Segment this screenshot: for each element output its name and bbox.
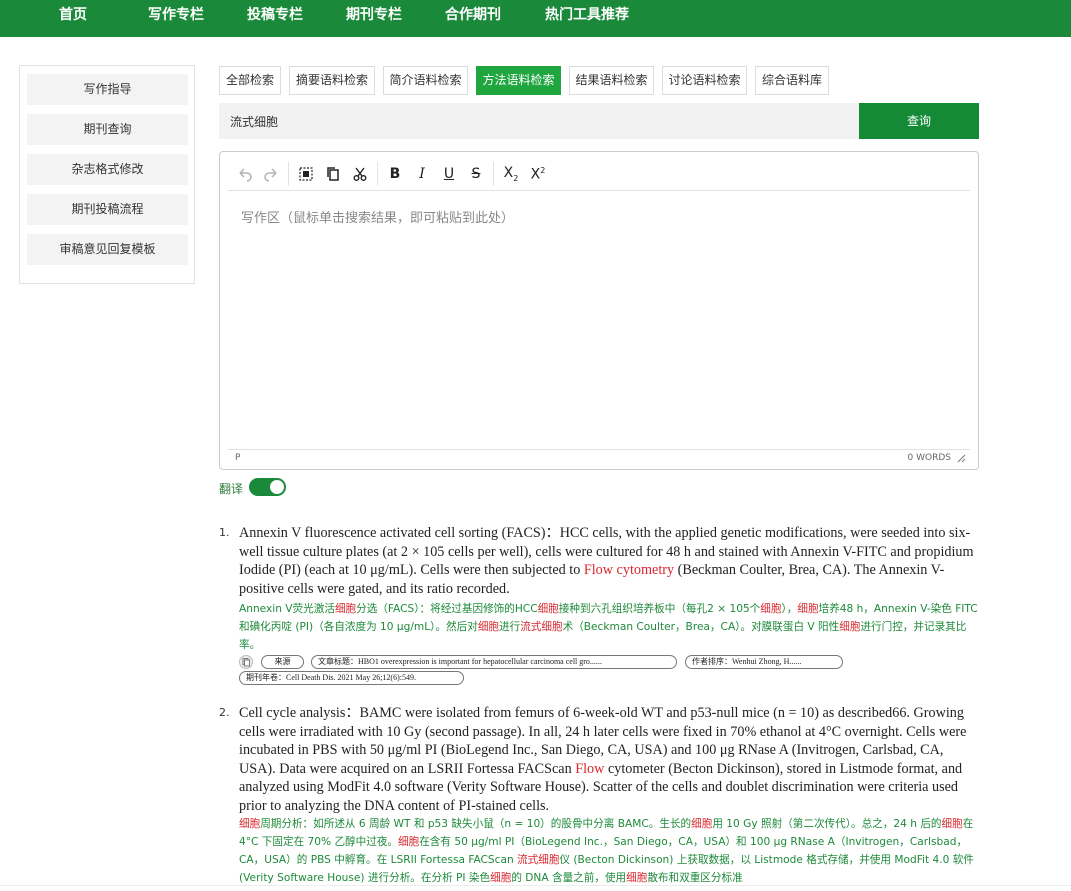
keyword-highlight: Flow cytometry — [583, 562, 675, 578]
keyword-highlight: Flow — [575, 760, 605, 777]
result-translation[interactable]: 细胞周期分析：如所述从 6 周龄 WT 和 p53 缺失小鼠（n = 10）的股… — [239, 815, 979, 887]
tab-all[interactable]: 全部检索 — [219, 66, 281, 95]
article-title-pill[interactable]: 文章标题：HBO1 overexpression is important fo… — [311, 655, 677, 669]
nav-item-writing[interactable]: 写作专栏 — [148, 0, 204, 30]
tab-results[interactable]: 结果语料检索 — [569, 66, 654, 95]
underline-icon[interactable]: U — [437, 162, 461, 186]
strikethrough-icon[interactable]: S — [464, 162, 488, 186]
cut-icon[interactable] — [348, 162, 372, 186]
redo-icon[interactable] — [259, 162, 283, 186]
result-english-text[interactable]: Annexin V fluorescence activated cell so… — [239, 524, 974, 598]
search-input[interactable] — [219, 103, 859, 139]
sidebar-item-submission-process[interactable]: 期刊投稿流程 — [27, 194, 188, 225]
sidebar-item-review-reply-template[interactable]: 审稿意见回复模板 — [27, 234, 188, 265]
result-number: 2. — [219, 706, 230, 719]
source-pill[interactable]: 来源 — [261, 655, 304, 669]
nav-item-home[interactable]: 首页 — [59, 0, 87, 30]
page-bottom-divider — [0, 885, 1071, 886]
top-navigation: 首页 写作专栏 投稿专栏 期刊专栏 合作期刊 热门工具推荐 — [0, 0, 1071, 37]
resize-handle-icon[interactable] — [957, 454, 966, 463]
toggle-knob — [270, 480, 284, 494]
sidebar-item-format-edit[interactable]: 杂志格式修改 — [27, 154, 188, 185]
journal-pill[interactable]: 期刊年卷：Cell Death Dis. 2021 May 26;12(6):5… — [239, 671, 464, 685]
translate-toggle[interactable] — [249, 478, 286, 496]
result-meta: 来源 文章标题：HBO1 overexpression is important… — [239, 655, 979, 669]
sidebar-item-journal-search[interactable]: 期刊查询 — [27, 114, 188, 145]
writing-editor: B I U S X2 X2 写作区（鼠标单击搜索结果，即可粘贴到此处） P 0 … — [219, 151, 979, 470]
undo-icon[interactable] — [233, 162, 257, 186]
editor-toolbar: B I U S X2 X2 — [228, 160, 970, 191]
italic-icon[interactable]: I — [410, 162, 434, 186]
bold-icon[interactable]: B — [383, 162, 407, 186]
tab-corpus[interactable]: 综合语料库 — [755, 66, 829, 95]
select-all-icon[interactable] — [294, 162, 318, 186]
sidebar: 写作指导 期刊查询 杂志格式修改 期刊投稿流程 审稿意见回复模板 — [19, 65, 195, 284]
superscript-icon[interactable]: X2 — [526, 162, 550, 186]
result-translation[interactable]: Annexin V荧光激活细胞分选（FACS）：将经过基因修饰的HCC细胞接种到… — [239, 600, 979, 654]
tab-methods[interactable]: 方法语料检索 — [476, 66, 561, 95]
nav-item-tools[interactable]: 热门工具推荐 — [545, 0, 629, 30]
word-count: 0 WORDS — [907, 453, 951, 463]
translate-label: 翻译 — [219, 482, 244, 496]
editor-statusbar: P 0 WORDS — [228, 449, 970, 469]
result-english-text[interactable]: Cell cycle analysis：BAMC were isolated f… — [239, 704, 974, 815]
editor-placeholder[interactable]: 写作区（鼠标单击搜索结果，即可粘贴到此处） — [241, 207, 941, 226]
tab-abstract[interactable]: 摘要语料检索 — [289, 66, 375, 95]
subscript-icon[interactable]: X2 — [499, 162, 523, 186]
nav-item-submission[interactable]: 投稿专栏 — [247, 0, 303, 30]
author-pill[interactable]: 作者排序：Wenhui Zhong, H...... — [685, 655, 843, 669]
result-meta: 期刊年卷：Cell Death Dis. 2021 May 26;12(6):5… — [239, 671, 979, 685]
copy-icon[interactable] — [239, 655, 253, 669]
nav-item-journals[interactable]: 期刊专栏 — [346, 0, 402, 30]
nav-item-partner-journals[interactable]: 合作期刊 — [445, 0, 501, 30]
sidebar-item-writing-guide[interactable]: 写作指导 — [27, 74, 188, 105]
element-path[interactable]: P — [235, 453, 240, 463]
search-button[interactable]: 查询 — [859, 103, 979, 139]
result-number: 1. — [219, 526, 230, 539]
copy-icon[interactable] — [321, 162, 345, 186]
tab-introduction[interactable]: 简介语料检索 — [383, 66, 468, 95]
tab-discussion[interactable]: 讨论语料检索 — [662, 66, 747, 95]
